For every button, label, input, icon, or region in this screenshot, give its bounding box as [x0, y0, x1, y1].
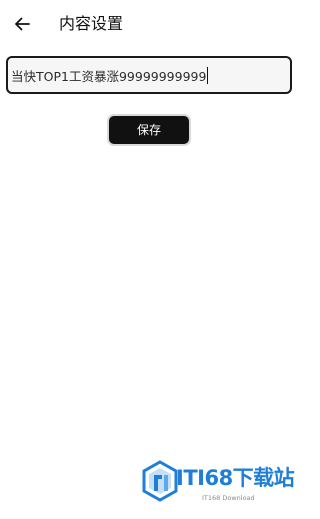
back-button[interactable] [11, 13, 33, 35]
content-input-value: 当快TOP1工资暴涨99999999999 [11, 68, 207, 84]
watermark-brand: ITI68下载站 [176, 466, 295, 490]
it168-logo-icon [142, 460, 178, 502]
text-cursor [207, 66, 209, 84]
content-input[interactable]: 当快TOP1工资暴涨99999999999 [6, 56, 292, 94]
page-title: 内容设置 [59, 14, 124, 33]
app-bar: 内容设置 [0, 0, 300, 50]
save-button[interactable]: 保存 [109, 116, 189, 144]
watermark: ITI68下载站 IT168 Download [140, 458, 296, 516]
watermark-subtitle: IT168 Download [202, 494, 255, 502]
arrow-left-icon [15, 17, 30, 31]
